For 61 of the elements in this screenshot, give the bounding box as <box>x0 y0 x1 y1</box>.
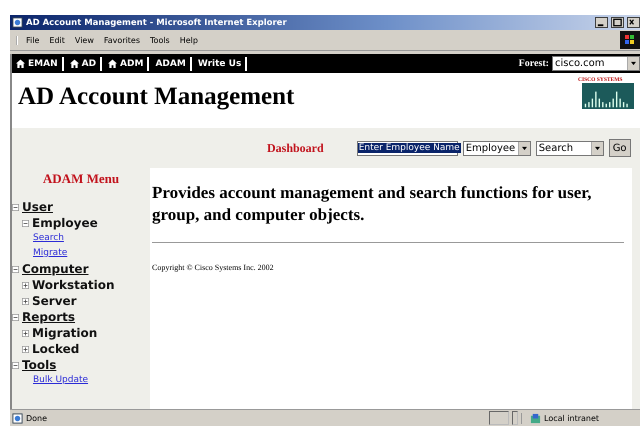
copyright-text: Copyright © Cisco Systems Inc. 2002 <box>152 263 275 272</box>
nav-link[interactable]: EMAN <box>28 58 62 68</box>
collapse-icon[interactable] <box>12 266 19 272</box>
page-icon <box>12 17 23 28</box>
dropdown-icon <box>594 146 601 150</box>
menu-group[interactable]: Reports <box>22 309 76 325</box>
collapse-icon[interactable] <box>12 314 19 320</box>
menu-link[interactable]: Migrate <box>33 246 68 261</box>
expand-icon[interactable] <box>22 330 29 336</box>
dropdown-icon <box>630 61 637 66</box>
menu-item[interactable]: File <box>26 36 40 44</box>
dashboard-title: Dashboard <box>267 140 324 156</box>
close-icon[interactable] <box>627 17 640 28</box>
home-icon <box>108 59 118 68</box>
forest-select[interactable]: cisco.com <box>552 56 640 71</box>
menu-item[interactable]: Edit <box>49 36 65 44</box>
menu-group[interactable]: Tools <box>22 357 56 373</box>
action-select[interactable]: Search <box>536 140 604 156</box>
home-icon <box>70 59 79 68</box>
menu-node[interactable]: Workstation <box>32 277 115 293</box>
status-pane <box>512 411 518 425</box>
dropdown-icon <box>520 146 528 150</box>
forest-label: Forest: <box>518 58 549 69</box>
menu-node[interactable]: Server <box>32 293 77 309</box>
menu-title: ADAM Menu <box>42 171 120 187</box>
menu-link[interactable]: Search <box>33 231 64 246</box>
type-select[interactable]: Employee <box>462 140 531 156</box>
collapse-icon[interactable] <box>22 220 29 226</box>
nav-link[interactable]: ADAM <box>155 58 190 68</box>
menu-item[interactable]: Tools <box>150 36 170 44</box>
menu-link[interactable]: Bulk Update <box>33 373 88 388</box>
expand-icon[interactable] <box>22 298 29 304</box>
menu-item[interactable]: Help <box>180 36 198 44</box>
nav-link[interactable]: ADM <box>120 58 148 68</box>
menu-group[interactable]: User <box>22 199 53 215</box>
minimize-icon[interactable] <box>595 17 608 28</box>
nav-link[interactable]: Write Us <box>198 58 246 68</box>
description-text: Provides account management and search functions for user, group, and computer objects. <box>152 182 592 226</box>
nav-link[interactable]: AD <box>82 58 100 68</box>
intranet-icon <box>530 412 541 424</box>
page-icon <box>12 412 23 424</box>
search-field[interactable]: Enter Employee Name <box>356 140 458 156</box>
menu-item[interactable]: Favorites <box>104 36 140 44</box>
menu-node[interactable]: Employee <box>32 215 98 231</box>
expand-icon[interactable] <box>22 282 29 288</box>
collapse-icon[interactable] <box>12 362 19 368</box>
menu-group[interactable]: Computer <box>22 261 88 277</box>
menu-node[interactable]: Migration <box>32 325 98 341</box>
menu-node[interactable]: Locked <box>32 341 80 357</box>
windows-logo-icon <box>620 31 640 49</box>
window-title: AD Account Management - Microsoft Internet Explorer <box>26 18 287 28</box>
expand-icon[interactable] <box>22 346 29 352</box>
go-button[interactable]: Go <box>608 139 631 157</box>
maximize-icon[interactable] <box>611 17 624 28</box>
status-pane <box>489 411 509 425</box>
page-title: AD Account Management <box>18 83 296 111</box>
home-icon <box>16 59 25 68</box>
zone-text: Local intranet <box>544 414 600 422</box>
menu-item[interactable]: View <box>74 36 94 44</box>
collapse-icon[interactable] <box>12 204 19 210</box>
status-text: Done <box>26 414 48 422</box>
